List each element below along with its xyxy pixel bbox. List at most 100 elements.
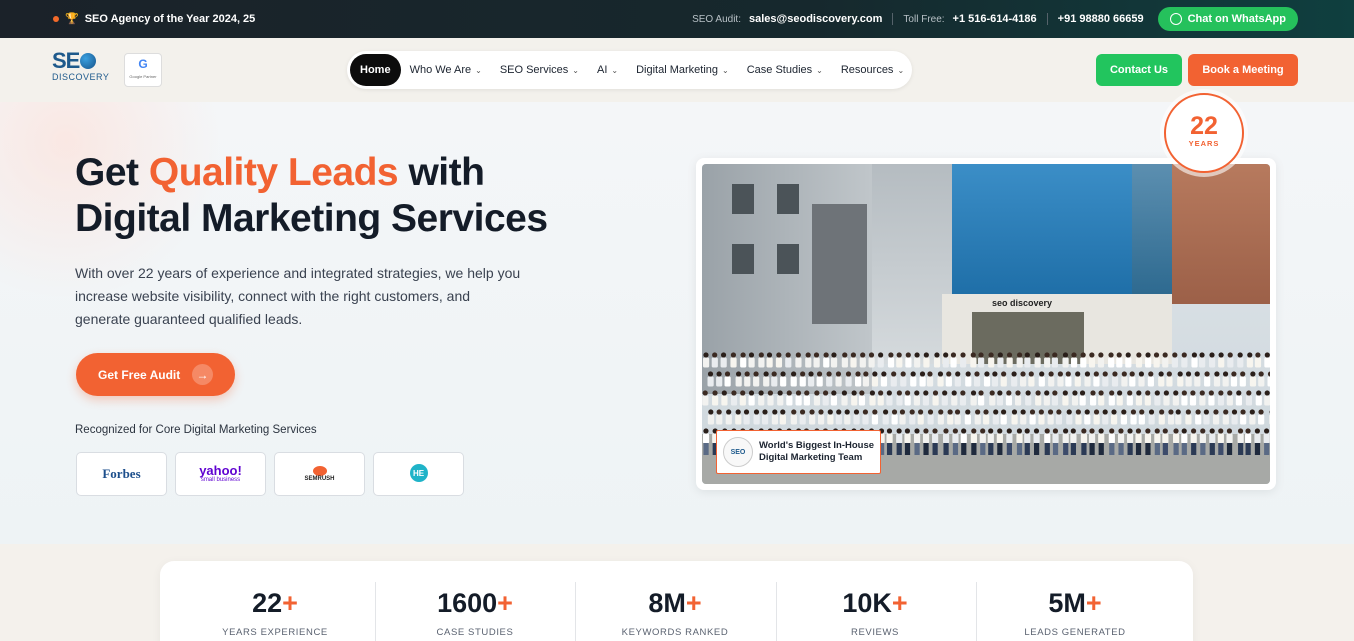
crowd-person bbox=[1199, 352, 1206, 368]
get-free-audit-button[interactable]: Get Free Audit → bbox=[76, 353, 235, 396]
crowd-person bbox=[795, 390, 802, 406]
crowd-person bbox=[1025, 390, 1032, 406]
india-phone-link[interactable]: +91 98880 66659 bbox=[1058, 13, 1144, 25]
crowd-person bbox=[855, 371, 862, 387]
crowd-person bbox=[947, 409, 954, 425]
nav-digital-marketing[interactable]: Digital Marketing ⌄ bbox=[627, 54, 738, 86]
hm-logo-icon: HE bbox=[409, 464, 428, 482]
crowd-person bbox=[822, 390, 829, 406]
chevron-down-icon: ⌄ bbox=[897, 65, 905, 75]
stat-label: Keywords Ranked bbox=[621, 627, 729, 638]
crowd-person bbox=[1126, 390, 1133, 406]
crowd-person bbox=[763, 371, 770, 387]
crowd-person bbox=[744, 371, 751, 387]
crowd-person bbox=[900, 371, 907, 387]
crowd-person bbox=[992, 409, 999, 425]
contact-us-button[interactable]: Contact Us bbox=[1096, 54, 1182, 86]
crowd-person bbox=[1057, 371, 1064, 387]
crowd-person bbox=[1218, 352, 1225, 368]
forbes-badge: Forbes bbox=[76, 452, 167, 496]
nav-case-studies[interactable]: Case Studies ⌄ bbox=[738, 54, 832, 86]
trophy-icon: 🏆 bbox=[65, 13, 79, 25]
crowd-person bbox=[890, 371, 897, 387]
seo-discovery-logo[interactable]: SE DISCOVERY bbox=[52, 50, 118, 92]
crowd-person bbox=[1088, 352, 1096, 368]
stat-number: 1600 bbox=[437, 588, 498, 618]
crowd-person bbox=[914, 352, 921, 368]
nav-who-we-are[interactable]: Who We Are ⌄ bbox=[401, 54, 491, 86]
hero-title-post: with bbox=[398, 151, 485, 194]
crowd-person bbox=[954, 371, 961, 387]
nav-resources[interactable]: Resources ⌄ bbox=[832, 54, 913, 86]
crowd-person bbox=[1167, 409, 1175, 425]
crowd-person bbox=[1035, 390, 1042, 406]
crowd-person bbox=[850, 352, 857, 368]
crowd-person bbox=[1038, 371, 1045, 387]
crowd-person bbox=[945, 371, 952, 387]
tollfree-phone-link[interactable]: +1 516-614-4186 bbox=[953, 13, 1037, 25]
audit-email-link[interactable]: sales@seodiscovery.com bbox=[749, 13, 882, 25]
crowd-person bbox=[988, 352, 995, 368]
stat-plus: + bbox=[282, 588, 298, 618]
crowd-person bbox=[965, 371, 972, 387]
crowd-person bbox=[1029, 409, 1036, 425]
logo-discovery-text: DISCOVERY bbox=[52, 72, 110, 82]
crowd-person bbox=[1034, 352, 1041, 368]
crowd-person bbox=[1255, 390, 1262, 406]
crowd-person bbox=[1135, 390, 1143, 406]
crowd-person bbox=[786, 390, 793, 406]
crowd-person bbox=[845, 371, 852, 387]
crowd-person bbox=[917, 409, 924, 425]
crowd-person bbox=[1181, 390, 1188, 406]
crowd-person bbox=[707, 409, 715, 425]
crowd-person bbox=[841, 390, 848, 406]
crowd-person bbox=[877, 390, 884, 406]
semrush-badge: SEMRUSH bbox=[274, 452, 365, 496]
stat-reviews: 10K+ Reviews bbox=[775, 561, 975, 641]
nav-ai[interactable]: AI ⌄ bbox=[588, 54, 627, 86]
crowd-person bbox=[779, 409, 786, 425]
crowd-person bbox=[785, 352, 792, 368]
cta-label: Get Free Audit bbox=[98, 367, 181, 382]
crowd-person bbox=[951, 390, 958, 406]
crowd-person bbox=[1171, 352, 1179, 368]
crowd-person bbox=[905, 352, 912, 368]
nav-home[interactable]: Home bbox=[350, 54, 401, 86]
crowd-person bbox=[823, 352, 830, 368]
crowd-person bbox=[1162, 352, 1169, 368]
years-badge: 22 YEARS bbox=[1164, 93, 1244, 173]
whatsapp-chat-button[interactable]: Chat on WhatsApp bbox=[1157, 7, 1298, 31]
crowd-person bbox=[1190, 428, 1197, 455]
crowd-person bbox=[1230, 371, 1238, 387]
crowd-person bbox=[880, 371, 888, 387]
book-meeting-button[interactable]: Book a Meeting bbox=[1188, 54, 1298, 86]
nav-resources-label: Resources bbox=[840, 64, 894, 76]
stat-number: 10K bbox=[842, 588, 892, 618]
crowd-person bbox=[1249, 371, 1257, 387]
crowd-person bbox=[926, 371, 934, 387]
crowd-person bbox=[716, 409, 723, 425]
crowd-person bbox=[896, 352, 903, 368]
google-partner-text: Google Partner bbox=[129, 74, 157, 79]
crowd-person bbox=[1102, 409, 1109, 425]
crowd-person bbox=[795, 352, 802, 368]
crowd-person bbox=[1024, 428, 1031, 455]
nav-seo-services-label: SEO Services bbox=[499, 64, 569, 76]
crowd-person bbox=[1237, 428, 1244, 455]
crowd-person bbox=[937, 409, 944, 425]
crowd-person bbox=[740, 352, 747, 368]
globe-icon bbox=[80, 53, 97, 69]
nav-ai-label: AI bbox=[596, 64, 608, 76]
tollfree-label: Toll Free: bbox=[903, 13, 945, 25]
crowd-person bbox=[1089, 390, 1097, 406]
crowd-person bbox=[954, 409, 961, 425]
crowd-person bbox=[919, 371, 926, 387]
crowd-person bbox=[1065, 371, 1072, 387]
crowd-person bbox=[1148, 409, 1155, 425]
crowd-person bbox=[904, 428, 911, 455]
crowd-person bbox=[997, 352, 1004, 368]
award-banner: 🏆 SEO Agency of the Year 2024, 25 bbox=[53, 12, 255, 25]
crowd-person bbox=[1006, 428, 1013, 455]
nav-seo-services[interactable]: SEO Services ⌄ bbox=[491, 54, 588, 86]
seo-discovery-small-logo: SEO bbox=[723, 437, 753, 467]
